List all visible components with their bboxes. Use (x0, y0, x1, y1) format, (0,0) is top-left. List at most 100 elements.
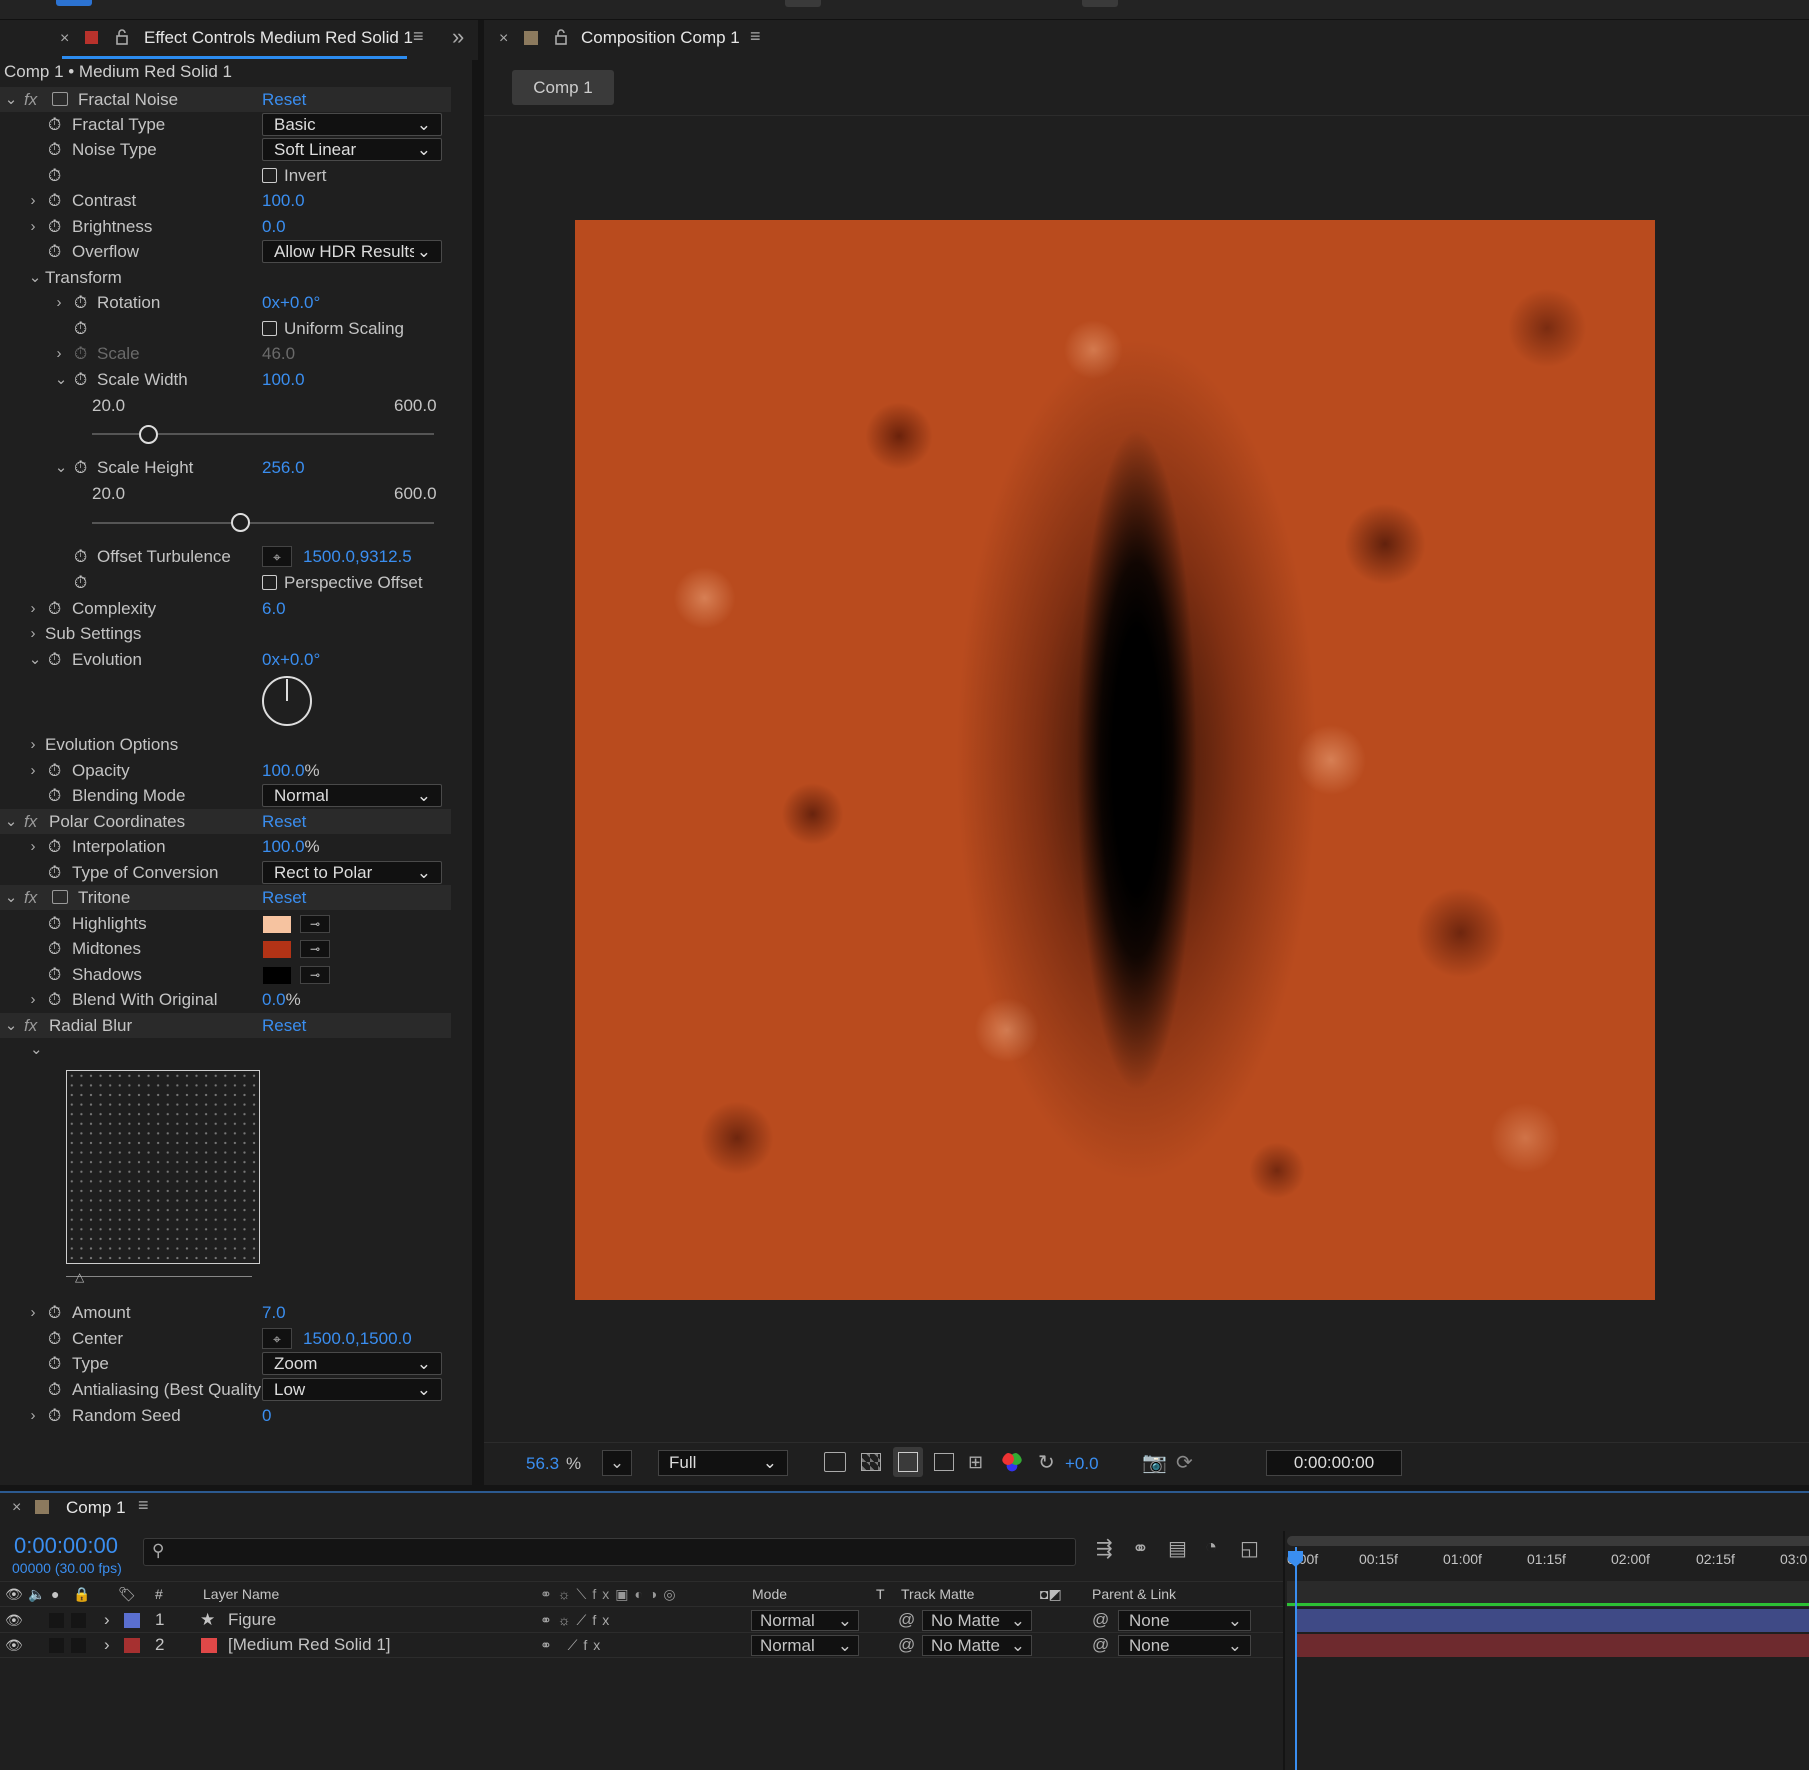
reset-button[interactable]: Reset (262, 87, 306, 112)
camera-icon[interactable]: 📷 (1142, 1450, 1167, 1475)
interpolation-value[interactable]: 100.0 (262, 837, 305, 856)
radial-blur-center-preview[interactable] (66, 1070, 260, 1264)
effect-header-polar-coordinates[interactable]: ⌄ fx Polar Coordinates Reset (0, 809, 451, 834)
fast-previews-icon[interactable] (824, 1452, 846, 1472)
current-time[interactable]: 0:00:00:00 (14, 1533, 118, 1559)
chevron-right-icon[interactable]: › (26, 214, 40, 239)
effect-header-fractal-noise[interactable]: ⌄ fx Fractal Noise Reset (0, 87, 451, 112)
group-transform[interactable]: ⌄ Transform (0, 265, 451, 290)
shy-layers-icon[interactable]: ⚭ (1132, 1536, 1149, 1561)
type-of-conversion-dropdown[interactable]: Rect to Polar ⌄ (262, 861, 442, 884)
composition-viewer-frame[interactable] (575, 220, 1655, 1300)
reset-button[interactable]: Reset (262, 885, 306, 910)
solo-toggle[interactable] (49, 1613, 64, 1628)
opacity-value[interactable]: 100.0 (262, 761, 305, 780)
crosshair-point-icon[interactable]: ⌖ (262, 546, 292, 567)
stopwatch-icon[interactable]: ⏱ (48, 1377, 61, 1402)
scale-height-slider-track[interactable] (92, 522, 434, 524)
label-tag-icon[interactable]: 🏷 (118, 1582, 136, 1606)
mask-visibility-icon[interactable] (893, 1447, 923, 1477)
chevron-right-icon[interactable]: › (26, 188, 40, 213)
stopwatch-icon[interactable]: ⏱ (48, 1326, 61, 1351)
layer-search-input[interactable]: ⚲ (143, 1538, 1076, 1566)
motion-blur-icon[interactable]: ◔ (1205, 1536, 1217, 1559)
zoom-dropdown-button[interactable]: ⌄ (602, 1450, 632, 1476)
antialiasing-dropdown[interactable]: Low ⌄ (262, 1378, 442, 1401)
time-ruler[interactable]: 0:00f 00:15f 01:00f 01:15f 02:00f 02:15f… (1287, 1547, 1809, 1575)
center-value[interactable]: 1500.0,1500.0 (303, 1326, 412, 1351)
perspective-offset-checkbox[interactable] (262, 575, 277, 590)
mode-dropdown[interactable]: Normal ⌄ (751, 1635, 859, 1656)
track-matte-pickwhip-icon[interactable]: @ (898, 1608, 915, 1632)
chevron-down-icon[interactable]: ⌄ (4, 885, 18, 910)
chevron-right-icon[interactable]: › (26, 1403, 40, 1428)
effect-header-radial-blur[interactable]: ⌄ fx Radial Blur Reset (0, 1013, 451, 1038)
noise-type-dropdown[interactable]: Soft Linear ⌄ (262, 138, 442, 161)
stopwatch-icon[interactable]: ⏱ (48, 1300, 61, 1325)
column-layer-name[interactable]: Layer Name (203, 1582, 279, 1606)
timeline-tab-title[interactable]: Comp 1 (66, 1498, 126, 1518)
zoom-value[interactable]: 56.3 (526, 1454, 559, 1474)
group-evolution-options[interactable]: › Evolution Options (0, 732, 451, 757)
solo-icon[interactable]: ● (51, 1582, 59, 1606)
double-chevron-right-icon[interactable]: » (452, 24, 464, 50)
chevron-down-icon[interactable]: ⌄ (28, 265, 42, 290)
eye-icon[interactable]: 👁 (5, 1582, 23, 1606)
random-seed-value[interactable]: 0 (262, 1403, 271, 1428)
panel-menu-icon[interactable]: ≡ (413, 26, 424, 47)
brightness-value[interactable]: 0.0 (262, 214, 286, 239)
stopwatch-icon[interactable]: ⏱ (48, 112, 61, 137)
stopwatch-icon[interactable]: ⏱ (48, 596, 61, 621)
layer-row-1[interactable]: 👁 › 1 ★ Figure ⚭☼⟋fx Normal ⌄ @ No Matte ⌄… (0, 1608, 1283, 1633)
complexity-value[interactable]: 6.0 (262, 596, 286, 621)
blend-value[interactable]: 0.0 (262, 990, 286, 1009)
transparency-grid-icon[interactable] (861, 1453, 881, 1471)
layer-bar-figure[interactable] (1295, 1609, 1809, 1632)
track-matte-dropdown[interactable]: No Matte ⌄ (922, 1635, 1032, 1656)
blending-mode-dropdown[interactable]: Normal ⌄ (262, 784, 442, 807)
group-sub-settings[interactable]: › Sub Settings (0, 621, 451, 646)
exposure-value[interactable]: +0.0 (1065, 1454, 1099, 1474)
lock-toggle[interactable] (71, 1613, 86, 1628)
work-area-bar[interactable] (1287, 1536, 1809, 1546)
chevron-right-icon[interactable]: › (26, 987, 40, 1012)
lock-toggle[interactable] (71, 1638, 86, 1653)
chevron-down-icon[interactable]: ⌄ (4, 87, 18, 112)
solo-toggle[interactable] (49, 1638, 64, 1653)
close-icon[interactable]: × (12, 1499, 21, 1517)
parent-pickwhip-icon[interactable]: @ (1092, 1633, 1109, 1657)
lock-icon[interactable] (115, 29, 129, 45)
layer-bar-medium-red-solid[interactable] (1295, 1634, 1809, 1657)
chevron-down-icon[interactable]: ⌄ (28, 647, 42, 672)
chevron-right-icon[interactable]: › (26, 1300, 40, 1325)
stopwatch-icon[interactable]: ⏱ (74, 316, 87, 341)
region-of-interest-icon[interactable] (934, 1453, 954, 1471)
fx-icon[interactable]: fx (24, 87, 37, 112)
chevron-down-icon[interactable]: ⌄ (4, 809, 18, 834)
stopwatch-icon[interactable]: ⏱ (48, 188, 61, 213)
parent-pickwhip-icon[interactable]: @ (1092, 1608, 1109, 1632)
scale-width-slider-thumb[interactable] (139, 425, 158, 444)
layer-label-color[interactable] (124, 1613, 140, 1628)
chevron-right-icon[interactable]: › (26, 834, 40, 859)
chevron-down-icon[interactable]: ⌄ (54, 367, 68, 392)
scale-width-value[interactable]: 100.0 (262, 367, 305, 392)
stopwatch-icon[interactable]: ⏱ (48, 783, 61, 808)
stopwatch-icon[interactable]: ⏱ (48, 1351, 61, 1376)
layer-row-2[interactable]: 👁 › 2 [Medium Red Solid 1] ⚭ ⟋fx Normal ⌄… (0, 1633, 1283, 1658)
shadows-color-swatch[interactable] (263, 967, 291, 984)
fx-icon[interactable]: fx (24, 809, 37, 834)
layer-switches[interactable]: ⚭☼⟋fx (540, 1608, 615, 1632)
offset-turbulence-value[interactable]: 1500.0,9312.5 (303, 544, 412, 569)
stopwatch-icon[interactable]: ⏱ (74, 367, 87, 392)
panel-menu-icon[interactable]: ≡ (138, 1495, 149, 1516)
parent-dropdown[interactable]: None ⌄ (1118, 1635, 1251, 1656)
tool-selected-indicator[interactable] (56, 0, 92, 6)
stopwatch-icon[interactable]: ⏱ (48, 239, 61, 264)
playhead-line[interactable] (1295, 1547, 1297, 1770)
reset-button[interactable]: Reset (262, 809, 306, 834)
chevron-right-icon[interactable]: › (26, 596, 40, 621)
stopwatch-icon[interactable]: ⏱ (48, 987, 61, 1012)
overflow-dropdown[interactable]: Allow HDR Results ⌄ (262, 240, 442, 263)
visibility-eye-icon[interactable]: 👁 (5, 1608, 23, 1632)
